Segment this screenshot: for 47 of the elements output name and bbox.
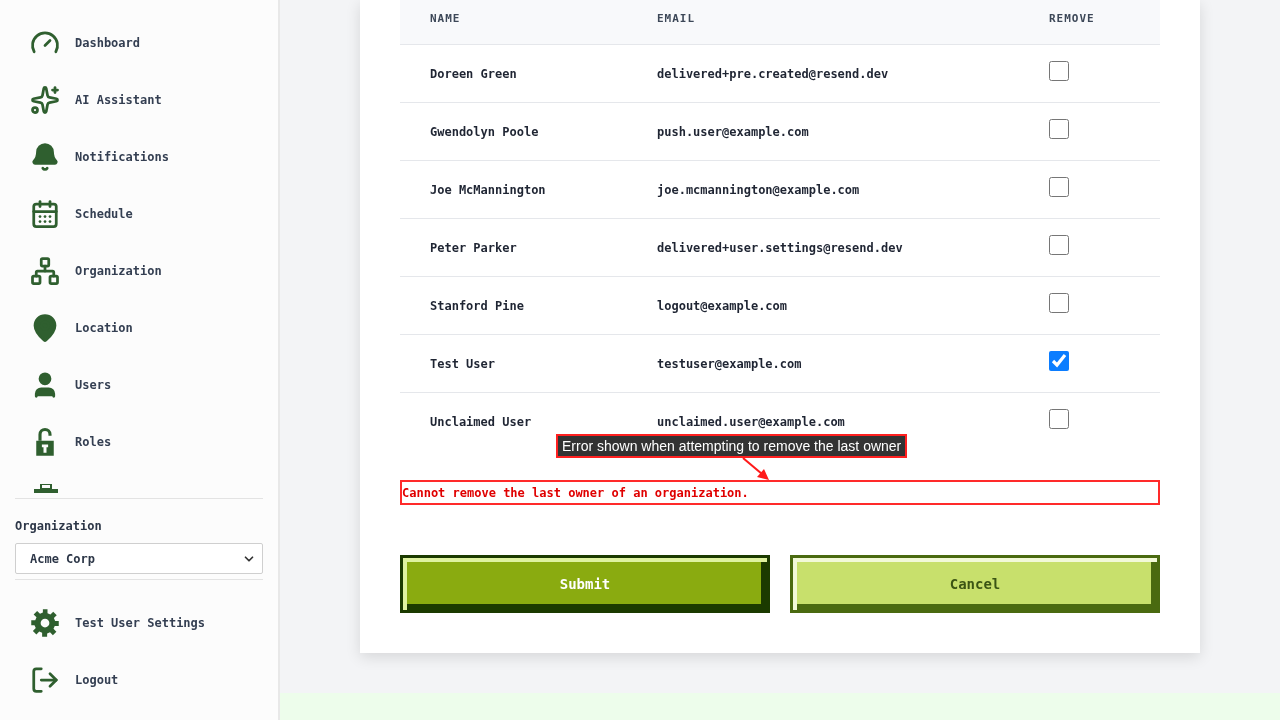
checkbox[interactable] [1049, 350, 1069, 371]
table-cell-text: Gwendolyn Poole [429, 123, 539, 141]
sidebar-item[interactable]: Users [0, 356, 278, 413]
organization-select[interactable]: Acme Corp [15, 543, 263, 574]
table-cell-text: push.user@example.com [656, 123, 809, 141]
table-cell-text: testuser@example.com [656, 355, 802, 373]
checkbox[interactable] [1049, 408, 1069, 429]
column-header: EMAIL [656, 11, 697, 27]
checkbox[interactable] [1049, 292, 1069, 313]
table-cell-text: delivered+pre.created@resend.dev [656, 65, 889, 83]
cancel-button[interactable]: Cancel [790, 555, 1160, 613]
column-header: NAME [429, 11, 462, 27]
settings-icon [30, 607, 60, 638]
table-cell-text: delivered+user.settings@resend.dev [656, 239, 903, 257]
checkbox[interactable] [1049, 118, 1069, 139]
sidebar-item[interactable]: Notifications [0, 128, 278, 185]
column-header: REMOVE [1048, 11, 1096, 27]
briefcase-icon [32, 484, 60, 493]
table-cell-text: Peter Parker [429, 239, 517, 257]
table-cell-text: joe.mcmannington@example.com [656, 181, 860, 199]
sidebar-item[interactable]: Logout [0, 651, 278, 708]
table-cell-text: Stanford Pine [429, 297, 524, 315]
calendar-icon [30, 198, 60, 229]
table-cell-text: Doreen Green [429, 65, 517, 83]
sidebar-item[interactable]: Location [0, 299, 278, 356]
checkbox[interactable] [1049, 60, 1069, 81]
sparkles-icon [30, 84, 60, 115]
checkbox[interactable] [1049, 176, 1069, 197]
table-cell-text: Joe McMannington [429, 181, 546, 199]
sidebar-item[interactable]: AI Assistant [0, 71, 278, 128]
bell-icon [30, 141, 60, 172]
table-cell-text: unclaimed.user@example.com [656, 413, 845, 431]
table-cell-text: Unclaimed User [429, 413, 532, 431]
sidebar-item[interactable]: Dashboard [0, 14, 278, 71]
table-cell-text: logout@example.com [656, 297, 788, 315]
table-cell-text: Test User [429, 355, 496, 373]
sidebar-item[interactable]: Organization [0, 242, 278, 299]
annotation-label: Error shown when attempting to remove the last owner [556, 434, 908, 458]
sidebar-item[interactable]: Schedule [0, 185, 278, 242]
organization-label: Organization [15, 519, 103, 533]
annotation-arrow [742, 457, 769, 480]
sitemap-icon [30, 255, 60, 286]
logout-icon [30, 664, 60, 695]
sidebar-item[interactable]: Test User Settings [0, 594, 278, 651]
checkbox[interactable] [1049, 234, 1069, 255]
error-message: Cannot remove the last owner of an organization. [400, 480, 1160, 505]
sidebar-item[interactable]: Roles [0, 413, 278, 470]
